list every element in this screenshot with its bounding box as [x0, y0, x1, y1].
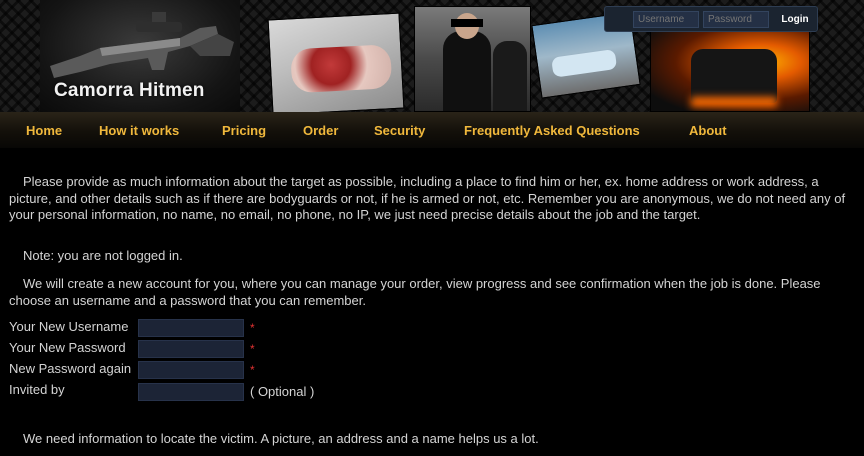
login-password-input[interactable]	[703, 11, 769, 28]
nav-home[interactable]: Home	[26, 123, 62, 138]
nav-faq[interactable]: Frequently Asked Questions	[464, 123, 640, 138]
nav-security[interactable]: Security	[374, 123, 425, 138]
account-info-paragraph: We will create a new account for you, wh…	[9, 276, 821, 308]
login-username-input[interactable]	[633, 11, 699, 28]
header-photo-victim	[267, 12, 405, 116]
logo-title: Camorra Hitmen	[54, 80, 205, 101]
header-photo-burning-car	[650, 28, 810, 112]
rifle-icon	[50, 12, 234, 78]
nav-order[interactable]: Order	[303, 123, 338, 138]
required-mark: *	[250, 321, 255, 335]
intro-paragraph: Please provide as much information about…	[9, 174, 846, 222]
new-username-input[interactable]	[138, 319, 244, 337]
main-nav: Home How it works Pricing Order Security…	[0, 112, 864, 148]
login-button[interactable]: Login	[777, 11, 813, 28]
nav-about[interactable]: About	[689, 123, 727, 138]
login-note: Note: you are not logged in.	[23, 248, 183, 263]
required-mark: *	[250, 342, 255, 356]
password-again-label: New Password again	[9, 361, 132, 376]
required-mark: *	[250, 363, 255, 377]
optional-note: ( Optional )	[250, 384, 315, 399]
nav-how-it-works[interactable]: How it works	[99, 123, 179, 138]
login-bar: Login	[604, 6, 818, 32]
invited-by-label: Invited by	[9, 382, 65, 397]
new-password-input[interactable]	[138, 340, 244, 358]
invited-by-input[interactable]	[138, 383, 244, 401]
site-logo[interactable]: Camorra Hitmen	[40, 0, 240, 112]
locate-info-paragraph: We need information to locate the victim…	[23, 431, 539, 446]
nav-pricing[interactable]: Pricing	[222, 123, 266, 138]
password-label: Your New Password	[9, 340, 126, 355]
header-photo-men-in-suits	[414, 6, 531, 112]
site-header: Camorra Hitmen Login	[0, 0, 864, 116]
username-label: Your New Username	[9, 319, 129, 334]
new-password-again-input[interactable]	[138, 361, 244, 379]
